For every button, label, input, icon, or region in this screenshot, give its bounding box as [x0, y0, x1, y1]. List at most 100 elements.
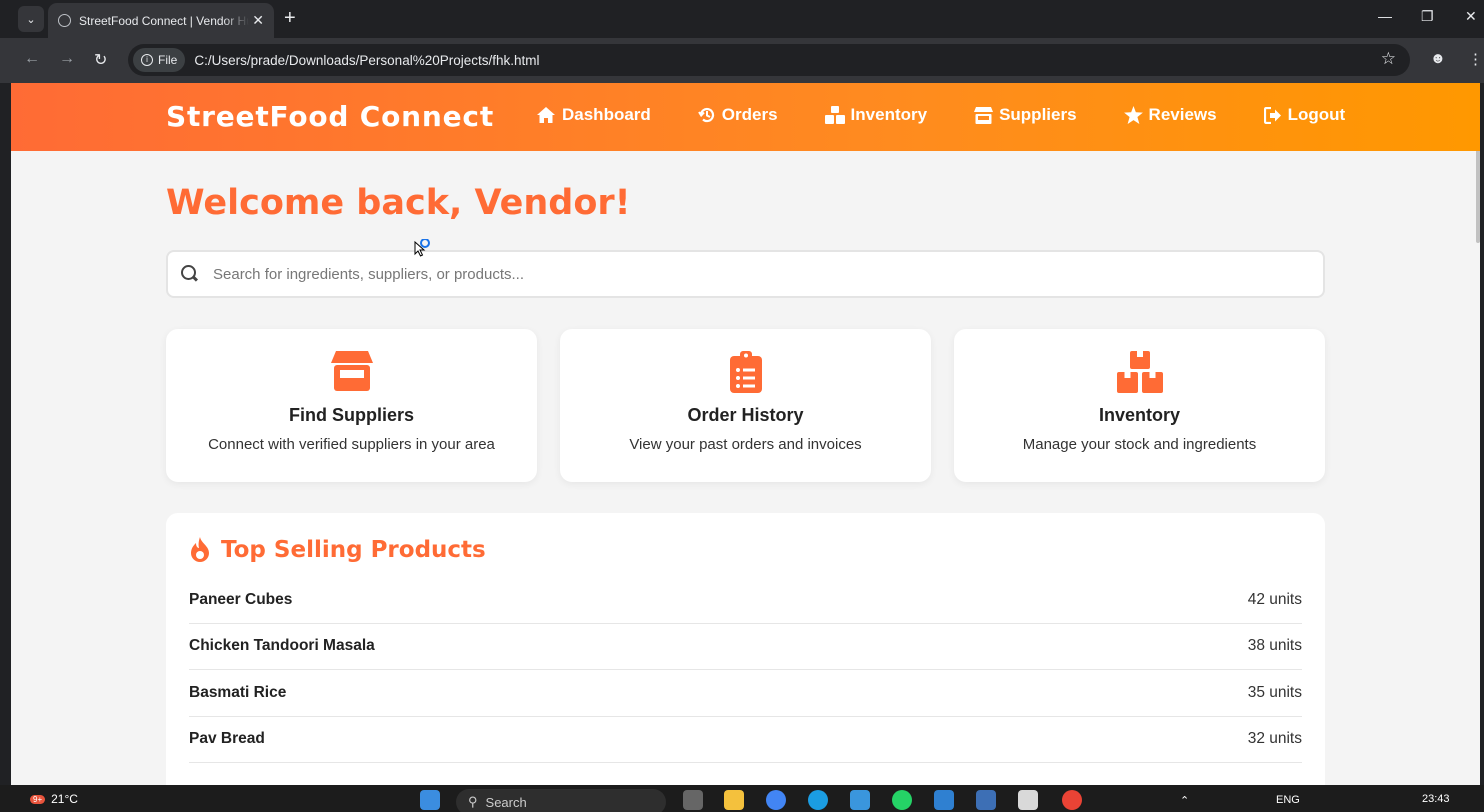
card-title: Inventory	[1098, 405, 1181, 425]
product-units: 35 units	[1247, 683, 1302, 701]
taskbar-search-label: Search	[485, 794, 527, 810]
nav-orders[interactable]: Orders	[697, 105, 778, 125]
file-explorer-icon[interactable]	[724, 790, 744, 810]
product-units: 32 units	[1247, 730, 1302, 748]
windows-start-icon[interactable]	[420, 790, 440, 810]
logout-icon	[1263, 106, 1281, 124]
browser-tab-bar: ⌄ StreetFood Connect | Vendor Hub ✕ + — …	[0, 0, 1484, 38]
reload-icon[interactable]: ↻	[94, 50, 107, 70]
search-icon	[181, 265, 199, 283]
nav-label: Orders	[721, 105, 778, 124]
browser-tab[interactable]: StreetFood Connect | Vendor Hub ✕	[48, 3, 274, 38]
whatsapp-icon[interactable]	[892, 790, 912, 810]
store-app-icon[interactable]	[850, 790, 870, 810]
product-row[interactable]: Paneer Cubes 42 units	[189, 577, 1302, 624]
card-title: Find Suppliers	[288, 405, 414, 425]
search-bar[interactable]	[166, 250, 1325, 298]
main-content: Welcome back, Vendor! Find Suppliers Con…	[166, 183, 1325, 785]
language-indicator[interactable]: ENG	[1276, 794, 1300, 806]
history-icon	[697, 107, 714, 123]
temperature: 21°C	[51, 792, 78, 806]
product-row[interactable]: Chicken Tandoori Masala 38 units	[189, 624, 1302, 670]
boxes-icon	[824, 106, 845, 124]
product-units: 38 units	[1247, 637, 1302, 655]
search-input[interactable]	[213, 265, 1213, 283]
restore-icon[interactable]: ❐	[1421, 8, 1434, 25]
card-order-history[interactable]: Order History View your past orders and …	[560, 329, 931, 482]
page-viewport: StreetFood Connect Dashboard Orders Inve…	[11, 83, 1480, 785]
tray-chevron-icon[interactable]: ⌃	[1180, 794, 1189, 807]
tab-title: StreetFood Connect | Vendor Hub	[79, 13, 249, 28]
tab-search-button[interactable]: ⌄	[18, 6, 44, 32]
product-name: Paneer Cubes	[189, 590, 293, 608]
site-header: StreetFood Connect Dashboard Orders Inve…	[11, 83, 1480, 151]
nav-inventory[interactable]: Inventory	[824, 105, 928, 125]
store-icon	[330, 351, 373, 391]
address-bar[interactable]: i File C:/Users/prade/Downloads/Personal…	[128, 44, 1410, 76]
nav-label: Suppliers	[999, 105, 1077, 124]
card-title: Order History	[687, 405, 804, 425]
site-info-chip[interactable]: i File	[133, 48, 186, 72]
task-view-icon[interactable]	[683, 790, 703, 810]
globe-icon	[58, 14, 71, 27]
boxes-icon	[1116, 351, 1163, 393]
vscode-icon[interactable]	[934, 790, 954, 810]
url-text: C:/Users/prade/Downloads/Personal%20Proj…	[194, 52, 540, 68]
close-window-icon[interactable]: ✕	[1465, 8, 1477, 25]
weather-widget[interactable]: 9+ 21°C	[30, 792, 78, 806]
quick-action-cards: Find Suppliers Connect with verified sup…	[166, 329, 1325, 482]
notification-badge: 9+	[30, 794, 46, 804]
product-name: Basmati Rice	[189, 683, 287, 701]
main-nav: Dashboard Orders Inventory Suppliers Rev…	[536, 105, 1392, 125]
minimize-icon[interactable]: —	[1378, 8, 1392, 24]
os-taskbar: 9+ 21°C ⚲ Search ⌃ ENG 23:43	[0, 785, 1484, 812]
back-icon[interactable]: ←	[24, 50, 40, 68]
bookmark-star-icon[interactable]: ☆	[1381, 49, 1396, 69]
menu-icon[interactable]: ⋮	[1468, 50, 1483, 68]
card-inventory[interactable]: Inventory Manage your stock and ingredie…	[954, 329, 1325, 482]
nav-suppliers[interactable]: Suppliers	[974, 105, 1077, 125]
nav-reviews[interactable]: Reviews	[1123, 105, 1217, 125]
product-row[interactable]: Basmati Rice 35 units	[189, 670, 1302, 717]
section-title-text: Top Selling Products	[221, 537, 486, 563]
nav-label: Dashboard	[562, 105, 651, 124]
section-title: Top Selling Products	[189, 537, 1302, 563]
clock[interactable]: 23:43	[1422, 793, 1450, 805]
nav-label: Logout	[1287, 105, 1346, 124]
new-tab-button[interactable]: +	[284, 6, 296, 30]
info-icon: i	[141, 54, 153, 66]
nav-label: Reviews	[1148, 105, 1217, 124]
app-icon[interactable]	[976, 790, 996, 810]
home-icon	[537, 107, 555, 123]
nav-dashboard[interactable]: Dashboard	[536, 105, 651, 125]
store-icon	[974, 106, 994, 124]
edge-icon[interactable]	[808, 790, 828, 810]
browser-toolbar: ← → ↻ i File C:/Users/prade/Downloads/Pe…	[0, 38, 1484, 83]
chip-label: File	[158, 53, 178, 67]
product-units: 42 units	[1247, 590, 1302, 608]
product-name: Pav Bread	[189, 730, 265, 748]
forward-icon[interactable]: →	[59, 50, 75, 68]
card-description: Manage your stock and ingredients	[1022, 436, 1257, 453]
mouse-cursor-icon	[414, 239, 430, 257]
product-row[interactable]: Pav Bread 32 units	[189, 717, 1302, 763]
site-logo[interactable]: StreetFood Connect	[166, 100, 494, 133]
taskbar-search[interactable]: ⚲ Search	[456, 789, 666, 812]
chrome-icon[interactable]	[766, 790, 786, 810]
profile-icon[interactable]: ☻	[1430, 50, 1446, 67]
screen: ⌄ StreetFood Connect | Vendor Hub ✕ + — …	[0, 0, 1484, 812]
search-icon: ⚲	[468, 794, 478, 809]
card-find-suppliers[interactable]: Find Suppliers Connect with verified sup…	[166, 329, 537, 482]
nav-label: Inventory	[850, 105, 928, 124]
card-description: Connect with verified suppliers in your …	[208, 436, 495, 453]
product-name: Chicken Tandoori Masala	[189, 637, 375, 655]
top-selling-products-panel: Top Selling Products Paneer Cubes 42 uni…	[166, 513, 1325, 785]
fire-icon	[191, 537, 209, 562]
nav-logout[interactable]: Logout	[1263, 105, 1346, 125]
app-icon[interactable]	[1018, 790, 1038, 810]
close-tab-icon[interactable]: ✕	[252, 12, 264, 29]
product-list: Paneer Cubes 42 units Chicken Tandoori M…	[189, 577, 1302, 763]
chrome-active-icon[interactable]	[1062, 790, 1082, 810]
clipboard-list-icon	[729, 351, 762, 393]
card-description: View your past orders and invoices	[629, 436, 862, 453]
